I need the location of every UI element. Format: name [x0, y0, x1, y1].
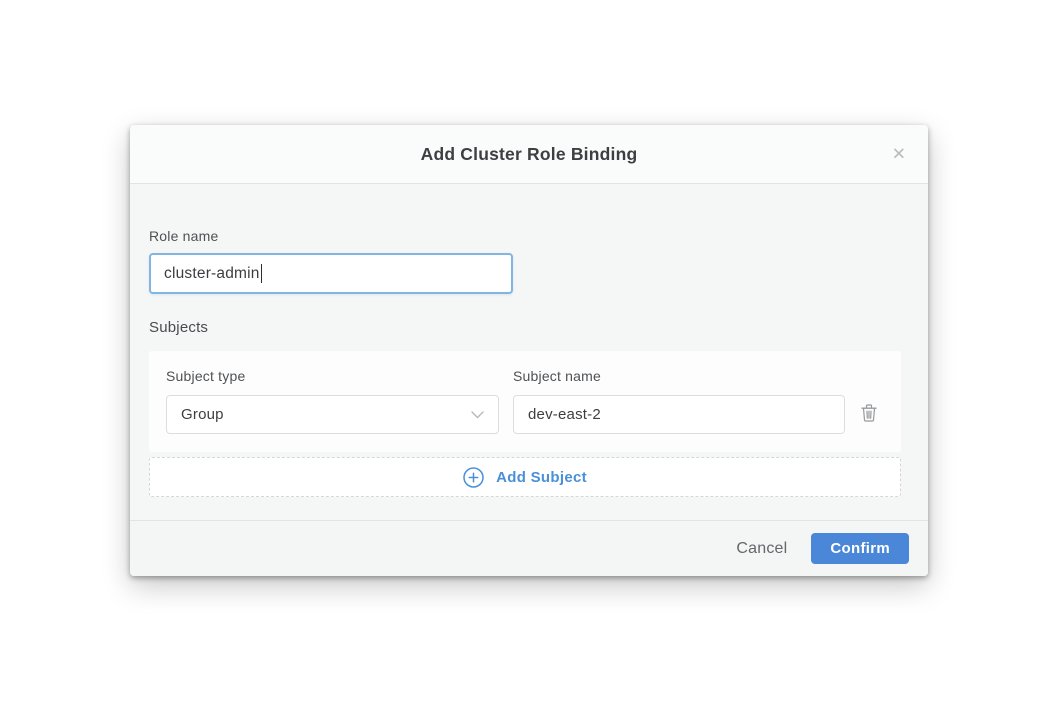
subject-type-label: Subject type — [166, 368, 499, 384]
modal-body: Role name cluster-admin Subjects Subject… — [130, 184, 928, 520]
delete-subject-button[interactable] — [859, 402, 879, 424]
subject-type-value: Group — [181, 406, 224, 423]
subject-type-select[interactable]: Group — [166, 395, 499, 434]
modal-title: Add Cluster Role Binding — [421, 144, 638, 165]
modal-header: Add Cluster Role Binding ✕ — [130, 125, 928, 184]
confirm-button[interactable]: Confirm — [811, 533, 909, 564]
subjects-section-label: Subjects — [149, 319, 901, 336]
cancel-button[interactable]: Cancel — [728, 534, 795, 564]
chevron-down-icon — [471, 406, 484, 423]
add-subject-label: Add Subject — [496, 469, 587, 486]
plus-circle-icon — [463, 467, 484, 488]
subject-name-input[interactable] — [513, 395, 845, 434]
page-background: Add Cluster Role Binding ✕ Role name clu… — [0, 0, 1049, 703]
modal-footer: Cancel Confirm — [130, 520, 928, 576]
subject-name-label: Subject name — [513, 368, 845, 384]
close-icon[interactable]: ✕ — [888, 142, 910, 167]
subject-name-column: Subject name — [513, 368, 845, 434]
subject-row: Subject type Group Subject name — [149, 351, 901, 452]
role-name-value: cluster-admin — [164, 265, 260, 283]
text-caret — [261, 264, 263, 283]
subject-type-column: Subject type Group — [166, 368, 499, 434]
trash-icon — [861, 410, 877, 425]
add-subject-button[interactable]: Add Subject — [149, 457, 901, 497]
role-name-label: Role name — [149, 228, 901, 244]
add-cluster-role-binding-modal: Add Cluster Role Binding ✕ Role name clu… — [130, 125, 928, 576]
role-name-input[interactable]: cluster-admin — [149, 253, 513, 294]
